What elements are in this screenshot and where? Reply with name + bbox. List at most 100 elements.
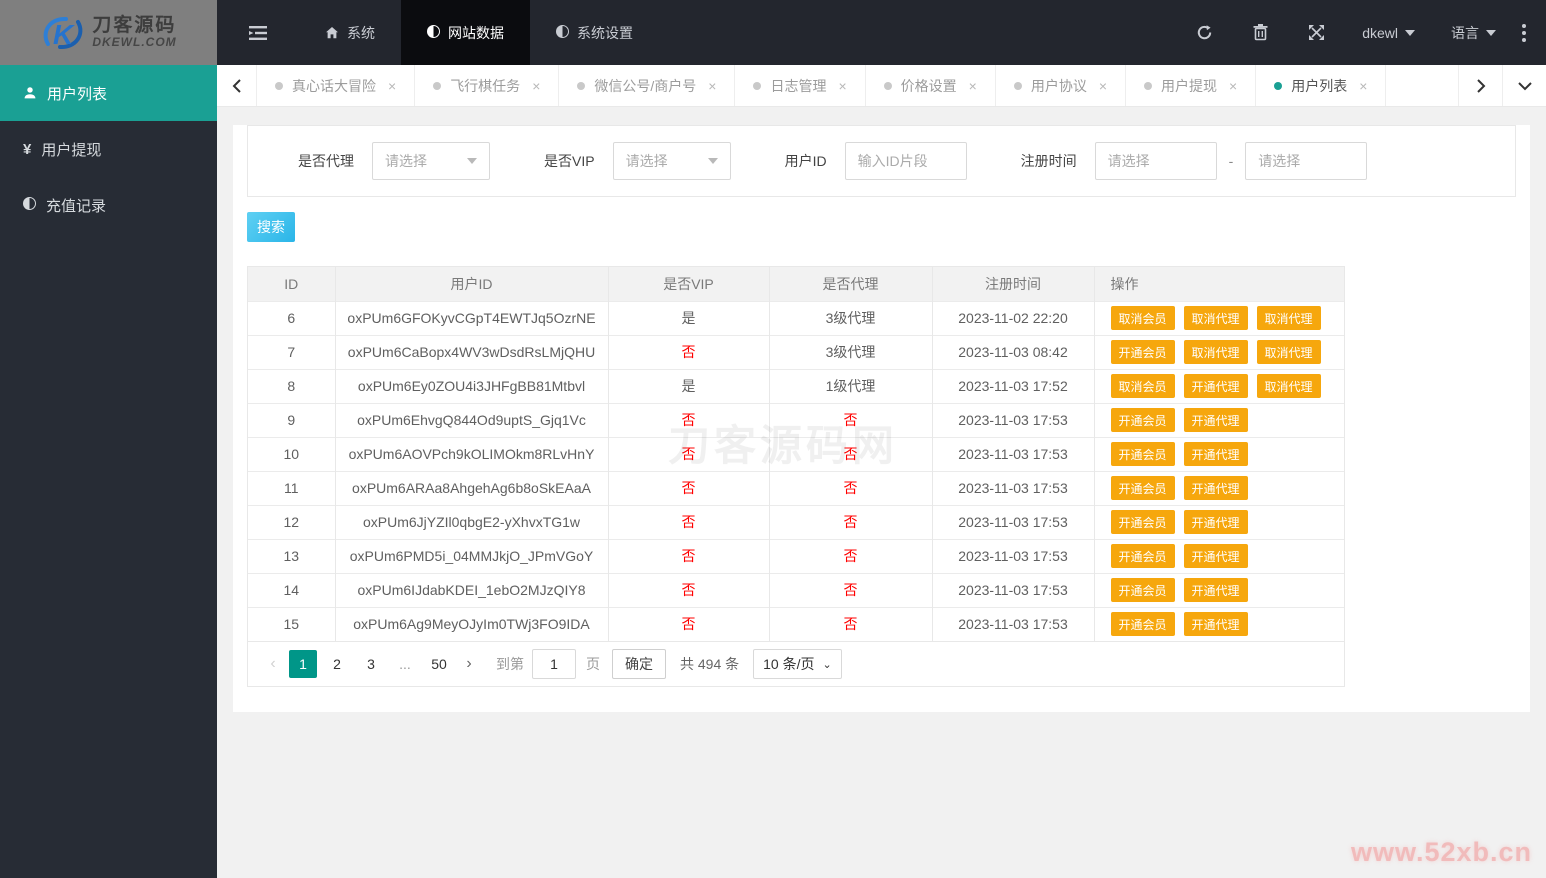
tab-close-icon[interactable]: ×: [1359, 78, 1367, 94]
goto-confirm-button[interactable]: 确定: [612, 649, 666, 679]
tab-close-icon[interactable]: ×: [388, 78, 396, 94]
language-menu[interactable]: 语言: [1433, 0, 1514, 65]
tabs-scroll-left-button[interactable]: [217, 65, 257, 106]
search-button[interactable]: 搜索: [247, 212, 295, 242]
tab-close-icon[interactable]: ×: [1229, 78, 1237, 94]
tab-close-icon[interactable]: ×: [532, 78, 540, 94]
cancel-agent-button[interactable]: 取消代理: [1256, 306, 1321, 330]
enable-agent-button[interactable]: 开通代理: [1183, 578, 1248, 602]
cancel-agent-button[interactable]: 取消代理: [1256, 340, 1321, 364]
cell-vip: 是: [608, 368, 770, 403]
tabs-menu-button[interactable]: [1502, 65, 1546, 106]
cell-actions: 开通会员 开通代理: [1094, 572, 1344, 607]
filter-agent-select[interactable]: 请选择: [372, 142, 490, 180]
topnav-item[interactable]: 系统设置: [530, 0, 659, 65]
page-size-select[interactable]: 10 条/页 ⌄: [753, 649, 842, 679]
tabs-scroll-right-button[interactable]: [1458, 65, 1502, 106]
cell-register-time: 2023-11-03 17:53: [932, 504, 1095, 539]
tab-status-dot: [1144, 81, 1153, 90]
page-number-button[interactable]: 1: [289, 650, 317, 678]
prev-page-button[interactable]: ‹: [260, 655, 286, 673]
page-number-button[interactable]: 2: [323, 650, 351, 678]
page-unit-label: 页: [586, 656, 600, 672]
tab[interactable]: 价格设置 ×: [866, 65, 996, 106]
enable-agent-button[interactable]: 开通代理: [1183, 476, 1248, 500]
topnav-item[interactable]: 网站数据: [401, 0, 530, 65]
user-table: ID 用户ID 是否VIP 是否代理 注册时间 操作 6 oxPUm6GFOKyvCGpT…: [247, 266, 1345, 687]
cell-register-time: 2023-11-03 17:53: [932, 402, 1095, 437]
trash-icon[interactable]: [1232, 0, 1288, 65]
filter-vip-select[interactable]: 请选择: [612, 142, 731, 180]
tab-status-dot: [883, 81, 892, 90]
register-time-end-select[interactable]: 请选择: [1245, 142, 1368, 180]
table-header-cell: 是否VIP: [608, 267, 770, 301]
sidebar-item[interactable]: ¥ 用户提现: [0, 121, 217, 177]
topnav-item-label: 系统设置: [577, 24, 633, 41]
table-row: 10 oxPUm6AOVPch9kOLIMOkm8RLvHnY 否 否 2023…: [248, 436, 1344, 471]
tab[interactable]: 微信公号/商户号 ×: [559, 65, 736, 106]
enable-member-button[interactable]: 开通会员: [1110, 408, 1175, 432]
tab[interactable]: 真心话大冒险 ×: [257, 65, 416, 106]
register-time-start-select[interactable]: 请选择: [1094, 142, 1217, 180]
cell-agent: 3级代理: [769, 334, 933, 369]
enable-member-button[interactable]: 开通会员: [1110, 612, 1175, 637]
enable-agent-button[interactable]: 开通代理: [1183, 442, 1248, 466]
enable-member-button[interactable]: 开通会员: [1110, 442, 1175, 466]
cell-agent: 否: [769, 572, 933, 607]
enable-agent-button[interactable]: 开通代理: [1183, 544, 1248, 568]
cell-user-id: oxPUm6EhvgQ844Od9uptS_Gjq1Vc: [335, 402, 609, 437]
cell-actions: 开通会员 开通代理: [1094, 538, 1344, 573]
tab[interactable]: 日志管理 ×: [735, 65, 866, 106]
enable-member-button[interactable]: 开通会员: [1110, 510, 1175, 534]
table-row: 9 oxPUm6EhvgQ844Od9uptS_Gjq1Vc 否 否 2023-…: [248, 402, 1344, 437]
tab-status-dot: [275, 81, 283, 90]
tab-close-icon[interactable]: ×: [1099, 78, 1107, 94]
goto-page-input[interactable]: [532, 649, 576, 679]
tab-close-icon[interactable]: ×: [708, 78, 716, 94]
tab-close-icon[interactable]: ×: [969, 78, 977, 94]
cell-register-time: 2023-11-03 17:53: [932, 436, 1095, 471]
cell-agent: 否: [769, 606, 933, 641]
next-page-button[interactable]: ›: [456, 655, 482, 673]
enable-member-button[interactable]: 开通会员: [1110, 340, 1175, 364]
chevron-down-icon: [1486, 29, 1496, 36]
page-number-button[interactable]: 50: [425, 650, 453, 678]
topnav-item[interactable]: 系统: [299, 0, 401, 65]
enable-member-button[interactable]: 开通会员: [1110, 578, 1175, 602]
cell-register-time: 2023-11-03 17:53: [932, 470, 1095, 505]
enable-agent-button[interactable]: 开通代理: [1183, 374, 1248, 398]
refresh-icon[interactable]: [1176, 0, 1232, 65]
cancel-agent-button[interactable]: 取消代理: [1183, 340, 1248, 364]
tab[interactable]: 用户列表 ×: [1256, 65, 1387, 106]
sidebar-item[interactable]: 用户列表: [0, 65, 217, 121]
username: dkewl: [1362, 24, 1398, 41]
yen-icon: ¥: [23, 140, 32, 158]
enable-member-button[interactable]: 开通会员: [1110, 476, 1175, 500]
enable-agent-button[interactable]: 开通代理: [1183, 510, 1248, 534]
tab[interactable]: 用户提现 ×: [1126, 65, 1257, 106]
fullscreen-icon[interactable]: [1288, 0, 1344, 65]
cancel-agent-button[interactable]: 取消代理: [1256, 374, 1321, 398]
chevron-down-icon: [467, 158, 477, 164]
enable-member-button[interactable]: 开通会员: [1110, 544, 1175, 568]
cell-user-id: oxPUm6ARAa8AhgehAg6b8oSkEAaA: [335, 470, 609, 505]
cell-vip: 是: [608, 300, 770, 335]
cell-register-time: 2023-11-03 17:53: [932, 538, 1095, 573]
cancel-member-button[interactable]: 取消会员: [1110, 306, 1175, 330]
tab-status-dot: [433, 81, 442, 90]
userid-input[interactable]: [844, 142, 967, 180]
page-number-button[interactable]: 3: [357, 650, 385, 678]
tab[interactable]: 飞行棋任务 ×: [415, 65, 560, 106]
enable-agent-button[interactable]: 开通代理: [1183, 408, 1248, 432]
sidebar-collapse-button[interactable]: [217, 0, 299, 65]
enable-agent-button[interactable]: 开通代理: [1183, 612, 1248, 637]
site-watermark: www.52xb.cn: [1350, 837, 1532, 867]
sidebar-item[interactable]: 充值记录: [0, 177, 217, 233]
tab[interactable]: 用户协议 ×: [996, 65, 1127, 106]
cancel-agent-button[interactable]: 取消代理: [1183, 306, 1248, 330]
more-options-icon[interactable]: [1514, 23, 1546, 42]
user-menu[interactable]: dkewl: [1344, 0, 1433, 65]
tab-close-icon[interactable]: ×: [838, 78, 846, 94]
sidebar-item-label: 用户列表: [47, 85, 108, 103]
cancel-member-button[interactable]: 取消会员: [1110, 374, 1175, 398]
